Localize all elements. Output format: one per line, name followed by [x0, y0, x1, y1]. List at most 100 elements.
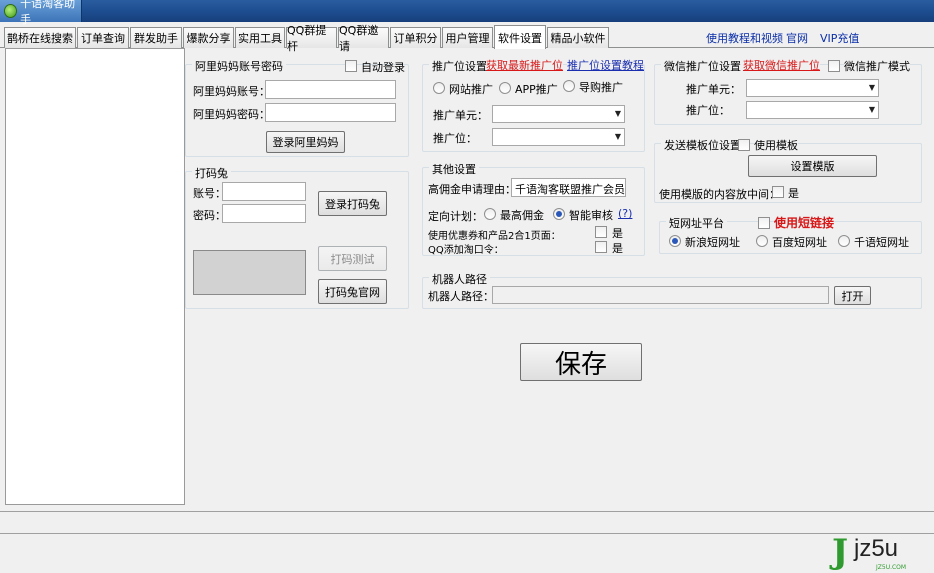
plan-smart-label: 智能审核 [569, 209, 613, 222]
radio-plan-max[interactable] [484, 208, 496, 220]
app-icon [4, 4, 18, 18]
watermark-logo: J jz5u JZ5U.COM [832, 532, 928, 573]
alimama-account-label: 阿里妈妈账号： [193, 85, 270, 98]
dama-test-button[interactable]: 打码测试 [318, 246, 387, 271]
use-shortlink-checkbox[interactable] [758, 217, 770, 229]
tab-qq-group-invite[interactable]: QQ群邀请 [338, 24, 389, 53]
wechat-slot-label: 推广位： [686, 104, 730, 117]
plan-help-link[interactable]: (?) [618, 207, 632, 220]
wechat-mode-checkbox[interactable] [828, 60, 840, 72]
dama-account-input[interactable] [222, 182, 306, 201]
radio-plan-smart[interactable] [553, 208, 565, 220]
tab-mini-software[interactable]: 精品小软件 [547, 27, 609, 48]
watermark-site: JZ5U.COM [876, 564, 907, 571]
alimama-login-button[interactable]: 登录阿里妈妈 [266, 131, 345, 153]
promo-unit-label: 推广单元： [433, 109, 488, 122]
template-middle-yes-label: 是 [788, 187, 799, 200]
wechat-mode-label: 微信推广模式 [844, 58, 910, 74]
vip-recharge-link[interactable]: VIP充值 [820, 30, 859, 46]
dama-group: 打码兔 账号： 密码： 登录打码兔 打码测试 打码兔官网 [185, 165, 409, 309]
tab-order-points[interactable]: 订单积分 [390, 27, 441, 48]
radio-guide-promo[interactable] [563, 80, 575, 92]
title-bar [0, 0, 934, 22]
tab-orders[interactable]: 订单查询 [77, 27, 129, 48]
radio-site-promo[interactable] [433, 82, 445, 94]
robot-path-input[interactable] [492, 286, 829, 304]
promo-fetch-link[interactable]: 获取最新推广位 [486, 57, 563, 73]
coupon-yes-label: 是 [612, 227, 623, 240]
tab-user-management[interactable]: 用户管理 [442, 27, 493, 48]
reason-input[interactable]: 千语淘客联盟推广会员， [511, 178, 626, 197]
wechat-fetch-link[interactable]: 获取微信推广位 [743, 57, 820, 73]
plan-max-label: 最高佣金 [500, 209, 544, 222]
captcha-image [193, 250, 306, 295]
qq-token-yes-label: 是 [612, 242, 623, 255]
tab-qq-group-kick[interactable]: QQ群提杆 [286, 24, 337, 53]
radio-guide-label: 导购推广 [579, 81, 623, 94]
dama-login-button[interactable]: 登录打码兔 [318, 191, 387, 216]
wechat-group: 微信推广位设置 获取微信推广位 微信推广模式 推广单元： 推广位： [654, 57, 922, 125]
left-panel [5, 48, 185, 505]
window-title-tab[interactable]: 千语淘客助手 [0, 0, 82, 26]
alimama-password-label: 阿里妈妈密码： [193, 108, 270, 121]
promo-unit-select[interactable] [492, 105, 625, 123]
tab-tools[interactable]: 实用工具 [235, 27, 285, 48]
template-middle-label: 使用模版的内容放中间： [659, 188, 780, 201]
reason-label: 高佣金申请理由： [428, 183, 516, 196]
shorturl-group-title: 短网址平台 [666, 215, 727, 231]
watermark-j-icon: J [832, 532, 849, 572]
alimama-group: 阿里妈妈账号密码 自动登录 阿里妈妈账号： 阿里妈妈密码： 登录阿里妈妈 [185, 58, 409, 157]
tutorial-link[interactable]: 使用教程和视频 [706, 30, 783, 46]
wechat-unit-label: 推广单元： [686, 83, 741, 96]
template-group: 发送模板位设置 使用模板 设置模版 使用模版的内容放中间： 是 [654, 137, 922, 203]
tab-mass-send[interactable]: 群发助手 [130, 27, 182, 48]
sina-shorturl-label: 新浪短网址 [685, 236, 740, 249]
wechat-slot-select[interactable] [746, 101, 879, 119]
coupon-checkbox[interactable] [595, 226, 607, 238]
alimama-group-title: 阿里妈妈账号密码 [192, 58, 286, 74]
save-button[interactable]: 保存 [520, 343, 642, 381]
tab-hot-share[interactable]: 爆款分享 [183, 27, 234, 48]
use-template-label: 使用模板 [754, 137, 798, 153]
template-middle-checkbox[interactable] [772, 186, 784, 198]
bottom-bar [0, 534, 934, 573]
robot-path-title: 机器人路径 [429, 271, 490, 287]
qianyu-shorturl-label: 千语短网址 [854, 236, 909, 249]
shorturl-group: 短网址平台 使用短链接 新浪短网址 百度短网址 千语短网址 [659, 214, 922, 254]
set-template-button[interactable]: 设置模版 [748, 155, 877, 177]
radio-site-label: 网站推广 [449, 83, 493, 96]
radio-app-label: APP推广 [515, 83, 558, 96]
qq-token-checkbox[interactable] [595, 241, 607, 253]
alimama-password-input[interactable] [265, 103, 396, 122]
alimama-account-input[interactable] [265, 80, 396, 99]
tab-search[interactable]: 鹊桥在线搜索 [4, 27, 76, 48]
dama-group-title: 打码兔 [192, 165, 231, 181]
auto-login-checkbox[interactable] [345, 60, 357, 72]
auto-login-label: 自动登录 [361, 61, 405, 74]
promo-slot-select[interactable] [492, 128, 625, 146]
tab-software-settings[interactable]: 软件设置 [494, 25, 546, 49]
promo-tutorial-link[interactable]: 推广位设置教程 [567, 57, 644, 73]
status-bar [0, 511, 934, 534]
use-shortlink-label: 使用短链接 [774, 214, 835, 231]
plan-label: 定向计划： [428, 210, 483, 223]
wechat-unit-select[interactable] [746, 79, 879, 97]
radio-baidu-shorturl[interactable] [756, 235, 768, 247]
watermark-brand: jz5u [854, 535, 899, 562]
wechat-group-title: 微信推广位设置 [661, 58, 744, 74]
radio-app-promo[interactable] [499, 82, 511, 94]
robot-path-label: 机器人路径： [428, 290, 494, 303]
other-settings-title: 其他设置 [429, 161, 479, 177]
window-title: 千语淘客助手 [20, 0, 76, 26]
dama-site-button[interactable]: 打码兔官网 [318, 279, 387, 304]
robot-open-button[interactable]: 打开 [834, 286, 871, 305]
use-template-checkbox[interactable] [738, 139, 750, 151]
template-group-title: 发送模板位设置 [661, 137, 744, 153]
radio-qianyu-shorturl[interactable] [838, 235, 850, 247]
promo-group-title: 推广位设置 [429, 58, 490, 74]
other-settings-group: 其他设置 高佣金申请理由： 千语淘客联盟推广会员， 定向计划： 最高佣金 智能审… [422, 161, 645, 256]
dama-password-input[interactable] [222, 204, 306, 223]
promo-slot-label: 推广位： [433, 132, 477, 145]
radio-sina-shorturl[interactable] [669, 235, 681, 247]
official-site-link[interactable]: 官网 [786, 30, 808, 46]
